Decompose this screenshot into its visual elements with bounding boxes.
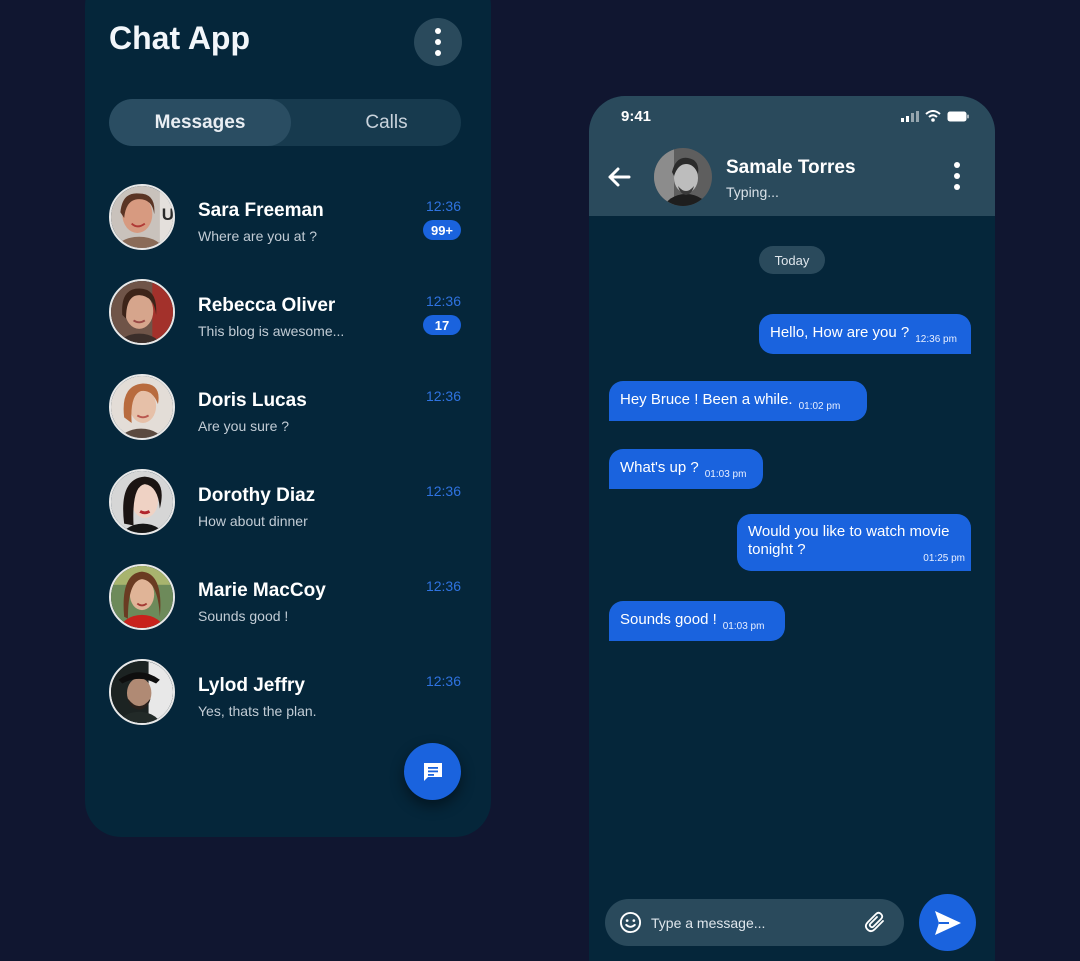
message-time: 12:36 pm (915, 334, 957, 345)
chat-conversation-panel: 9:41 Samale Torres Typing... Today Hello… (589, 96, 995, 961)
back-arrow-icon[interactable] (605, 163, 633, 191)
chat-contact-name: Samale Torres (726, 157, 856, 178)
more-dot (954, 184, 960, 190)
message-time: 01:03 pm (722, 621, 765, 632)
contact-last-message: Are you sure ? (198, 418, 290, 434)
contact-list: U Sara Freeman Where are you at ? 12:36 … (109, 184, 461, 754)
avatar (109, 279, 175, 345)
chat-contact-status: Typing... (726, 184, 779, 200)
signal-icon (901, 110, 919, 122)
message-time: 01:02 pm (798, 401, 841, 412)
message-icon (423, 762, 442, 781)
contact-list-item[interactable]: Rebecca Oliver This blog is awesome... 1… (109, 279, 461, 374)
contact-list-item[interactable]: U Sara Freeman Where are you at ? 12:36 … (109, 184, 461, 279)
more-dot (435, 39, 441, 45)
contact-time: 12:36 (425, 198, 461, 214)
contact-name: Marie MacCoy (198, 580, 326, 601)
message-bubble-received: What's up ? 01:03 pm (609, 449, 763, 489)
contact-avatar[interactable] (654, 148, 712, 206)
message-text: Sounds good ! (620, 611, 717, 628)
contact-time: 12:36 (425, 673, 461, 689)
contact-name: Rebecca Oliver (198, 295, 336, 316)
contact-list-item[interactable]: Marie MacCoy Sounds good ! 12:36 (109, 564, 461, 659)
contact-last-message: Sounds good ! (198, 608, 289, 624)
message-bubble-received: Hey Bruce ! Been a while. 01:02 pm (609, 381, 867, 421)
new-chat-fab[interactable] (404, 743, 461, 800)
tab-bar: Messages Calls (109, 99, 461, 146)
message-input[interactable] (651, 899, 851, 946)
message-time: 01:25 pm (923, 553, 965, 564)
contact-last-message: This blog is awesome... (198, 323, 345, 339)
message-bubble-sent: Would you like to watch movie tonight ? 0… (737, 514, 971, 571)
date-divider: Today (759, 246, 825, 274)
contact-name: Lylod Jeffry (198, 675, 305, 696)
status-bar-icons (901, 110, 969, 122)
contact-last-message: Where are you at ? (198, 228, 318, 244)
avatar (109, 374, 175, 440)
tab-calls[interactable]: Calls (319, 99, 454, 146)
contact-list-item[interactable]: Doris Lucas Are you sure ? 12:36 (109, 374, 461, 469)
avatar (109, 564, 175, 630)
message-text: Would you like to watch movie tonight ? (748, 523, 950, 558)
contact-time: 12:36 (425, 483, 461, 499)
contact-name: Doris Lucas (198, 390, 307, 411)
message-text: Hey Bruce ! Been a while. (620, 391, 793, 408)
chat-header: 9:41 Samale Torres Typing... (589, 96, 995, 216)
chat-list-panel: Chat App Messages Calls U Sara Freeman W… (85, 0, 491, 837)
send-icon (934, 910, 961, 935)
unread-badge: 17 (423, 315, 461, 335)
more-dots-icon (435, 28, 441, 34)
wifi-icon (925, 110, 941, 122)
contact-last-message: Yes, thats the plan. (198, 703, 317, 719)
more-dot (954, 173, 960, 179)
send-button[interactable] (919, 894, 976, 951)
battery-icon (947, 111, 969, 121)
avatar (109, 659, 175, 725)
message-text: Hello, How are you ? (770, 324, 910, 341)
emoji-icon[interactable] (619, 911, 642, 934)
more-dot (435, 50, 441, 56)
message-bubble-received: Sounds good ! 01:03 pm (609, 601, 785, 641)
status-bar-time: 9:41 (621, 108, 652, 125)
contact-time: 12:36 (425, 293, 461, 309)
unread-badge: 99+ (423, 220, 461, 240)
paperclip-icon[interactable] (863, 910, 887, 934)
tab-messages[interactable]: Messages (109, 99, 291, 146)
contact-name: Dorothy Diaz (198, 485, 316, 506)
message-time: 01:03 pm (704, 469, 747, 480)
avatar: U (109, 184, 175, 250)
chat-menu-button[interactable] (954, 162, 960, 190)
message-bubble-sent: Hello, How are you ? 12:36 pm (759, 314, 971, 354)
contact-list-item[interactable]: Lylod Jeffry Yes, thats the plan. 12:36 (109, 659, 461, 754)
contact-last-message: How about dinner (198, 513, 308, 529)
list-menu-button[interactable] (414, 18, 462, 66)
contact-list-item[interactable]: Dorothy Diaz How about dinner 12:36 (109, 469, 461, 564)
avatar (109, 469, 175, 535)
contact-name: Sara Freeman (198, 200, 324, 221)
more-dots-icon (954, 162, 960, 168)
message-composer (605, 899, 904, 946)
contact-time: 12:36 (425, 388, 461, 404)
app-title: Chat App (109, 20, 251, 56)
contact-time: 12:36 (425, 578, 461, 594)
svg-text:U: U (162, 205, 173, 224)
message-text: What's up ? (620, 459, 699, 476)
